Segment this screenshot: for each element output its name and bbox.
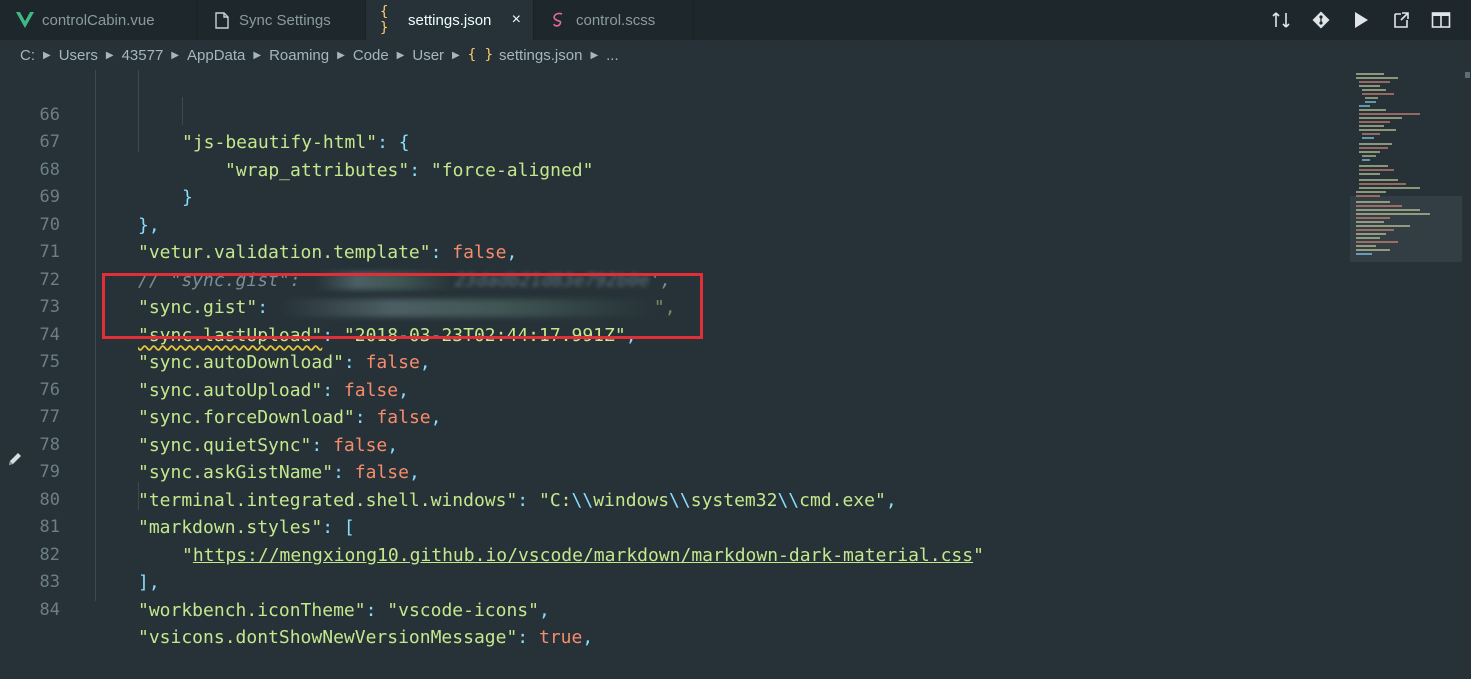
tab-label: controlCabin.vue: [42, 11, 155, 29]
tab-label: settings.json: [408, 11, 492, 29]
vue-icon: [14, 12, 36, 28]
chevron-right-icon: ▶: [396, 49, 405, 61]
json-key: "vsicons.dontShowNewVersionMessage": [138, 627, 518, 648]
chevron-right-icon: ▶: [590, 49, 599, 61]
code-line: 83 "workbench.iconTheme": "vscode-icons"…: [0, 542, 1340, 621]
breadcrumb-item[interactable]: 43577: [122, 47, 164, 64]
json-value: "vscode-icons": [387, 599, 539, 621]
code-editor[interactable]: 66 "js-beautify-html": { 67 "wrap_attrib…: [0, 70, 1471, 649]
code-line: 68 }: [0, 129, 1340, 209]
pencil-icon[interactable]: [6, 450, 24, 473]
code-line: 69 },: [0, 157, 1340, 236]
run-icon[interactable]: [1341, 0, 1381, 40]
minimap[interactable]: [1350, 70, 1462, 270]
chevron-right-icon: ▶: [452, 49, 460, 61]
code-line: 70 "vetur.validation.template": false,: [0, 184, 1340, 264]
editor-actions: [1261, 0, 1471, 40]
chevron-right-icon: ▶: [105, 49, 114, 61]
split-editor-icon[interactable]: [1421, 0, 1461, 40]
tab-label: Sync Settings: [239, 11, 331, 29]
code-line: 67 "wrap_attributes": "force-aligned": [0, 102, 1340, 181]
punctuation: ,: [582, 627, 594, 648]
breadcrumb-item[interactable]: C:: [20, 47, 35, 64]
chevron-right-icon: ▶: [171, 49, 179, 61]
json-value: true: [538, 627, 583, 648]
tab-settings-json[interactable]: { } settings.json ×: [366, 0, 534, 40]
breadcrumb-item[interactable]: ...: [606, 47, 619, 64]
git-icon[interactable]: [1301, 0, 1341, 40]
json-key: "workbench.iconTheme": [138, 599, 366, 621]
code-line: 81 "https://mengxiong10.github.io/vscode…: [0, 487, 1340, 566]
code-line: 78 "sync.askGistName": false,: [0, 404, 1340, 484]
open-preview-icon[interactable]: [1381, 0, 1421, 40]
scrollbar-thumb[interactable]: [1465, 72, 1470, 78]
punctuation: :: [517, 627, 539, 648]
code-line: 66 "js-beautify-html": {: [0, 74, 1340, 154]
code-line: 84 "vsicons.dontShowNewVersionMessage": …: [0, 569, 1340, 649]
breadcrumb-item[interactable]: User: [412, 47, 444, 64]
code-line: 79 "terminal.integrated.shell.windows": …: [0, 432, 1340, 511]
breadcrumb-item[interactable]: settings.json: [499, 47, 582, 64]
json-braces-icon: { }: [380, 4, 389, 36]
tab-bar: controlCabin.vue Sync Settings { } setti…: [0, 0, 1471, 40]
breadcrumb-item[interactable]: Code: [353, 47, 389, 64]
breadcrumb-item[interactable]: AppData: [187, 47, 245, 64]
code-line: 80 "markdown.styles": [: [0, 459, 1340, 539]
vertical-scrollbar[interactable]: [1464, 70, 1471, 601]
sass-icon: [548, 12, 570, 28]
breadcrumb-item[interactable]: Roaming: [269, 47, 329, 64]
chevron-right-icon: ▶: [253, 49, 262, 61]
code-line: 72 "sync.gist": ",: [0, 239, 1340, 319]
breadcrumb-item[interactable]: Users: [59, 47, 98, 64]
tab-sync-settings[interactable]: Sync Settings: [197, 0, 366, 40]
close-tab-button[interactable]: ×: [512, 11, 521, 29]
code-line: 82 ],: [0, 514, 1340, 594]
code-line: 76 "sync.forceDownload": false,: [0, 349, 1340, 429]
code-line: 71 // "sync.gist": 23dadb21d83e792b0e',: [0, 212, 1340, 291]
code-line: 77 "sync.quietSync": false,: [0, 377, 1340, 456]
breadcrumb: C: ▶ Users ▶ 43577 ▶ AppData ▶ Roaming ▶…: [0, 40, 1471, 70]
highlight-box: [102, 273, 703, 339]
tab-control-scss[interactable]: control.scss: [534, 0, 694, 40]
tab-label: control.scss: [576, 11, 656, 29]
file-icon: [211, 11, 233, 29]
tab-controlcabin-vue[interactable]: controlCabin.vue: [0, 0, 197, 40]
punctuation: :: [365, 599, 388, 621]
compare-icon[interactable]: [1261, 0, 1301, 40]
punctuation: ,: [538, 599, 550, 621]
chevron-right-icon: ▶: [43, 49, 51, 61]
chevron-right-icon: ▶: [337, 49, 345, 61]
json-braces-icon: { }: [467, 47, 494, 63]
